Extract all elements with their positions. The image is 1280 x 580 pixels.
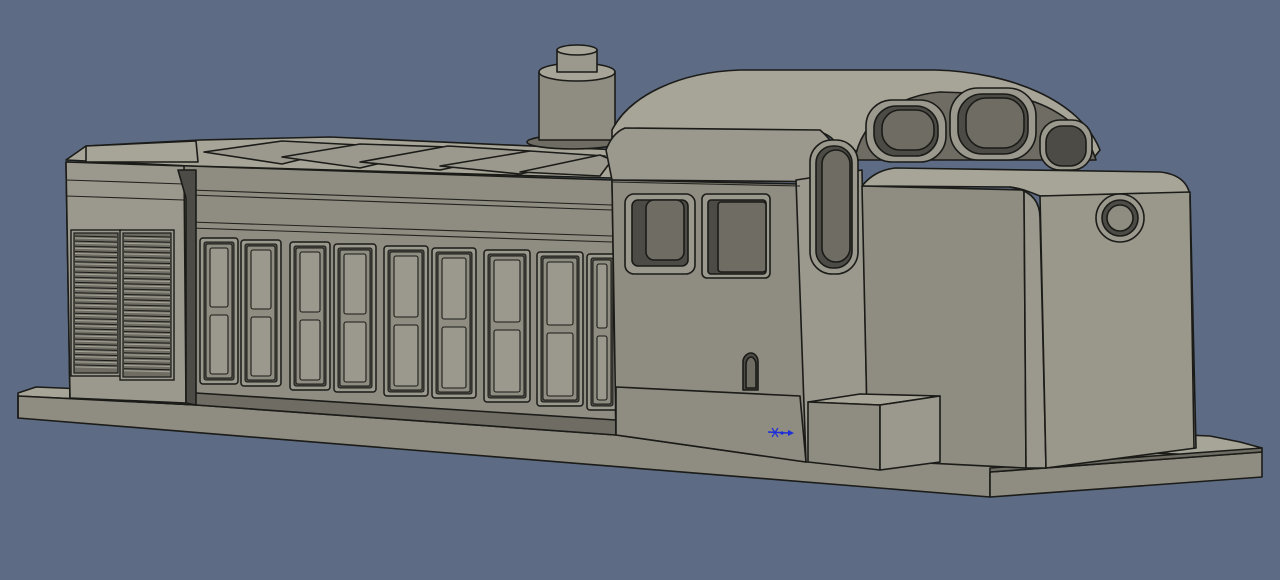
door-lower-panel [343, 321, 367, 383]
roof-window-3[interactable] [1039, 119, 1093, 171]
door-lower-panel [299, 319, 321, 381]
door-upper-panel [209, 247, 229, 308]
door-lower-panel [250, 316, 272, 377]
door-lower-panel [209, 314, 229, 375]
louver-grille-left [70, 229, 122, 377]
louver-grille-right [119, 229, 175, 381]
door-upper-panel [299, 251, 321, 313]
headlight [1095, 193, 1145, 243]
cab-window-2[interactable] [701, 193, 771, 279]
cab-window-1[interactable] [624, 193, 696, 275]
door-lower-panel [393, 324, 419, 387]
door-upper-panel [596, 263, 608, 329]
step-box[interactable] [807, 393, 941, 471]
hood-doors[interactable] [199, 237, 618, 411]
door-lower-panel [493, 329, 521, 393]
roof-window-1[interactable] [865, 99, 947, 163]
door-upper-panel [546, 261, 574, 326]
door-upper-panel [393, 255, 419, 318]
roof-window-2[interactable] [949, 87, 1037, 161]
door-upper-panel [441, 257, 467, 320]
door-lower-panel [596, 335, 608, 401]
locomotive-model[interactable] [0, 0, 1280, 580]
door-lower-panel [546, 332, 574, 397]
door-upper-panel [343, 253, 367, 315]
door-lower-panel [441, 326, 467, 389]
cab-side-window[interactable] [809, 139, 859, 275]
cab-access-hatch[interactable] [742, 352, 759, 391]
door-upper-panel [250, 249, 272, 310]
door-upper-panel [493, 259, 521, 323]
3d-viewport[interactable] [0, 0, 1280, 580]
